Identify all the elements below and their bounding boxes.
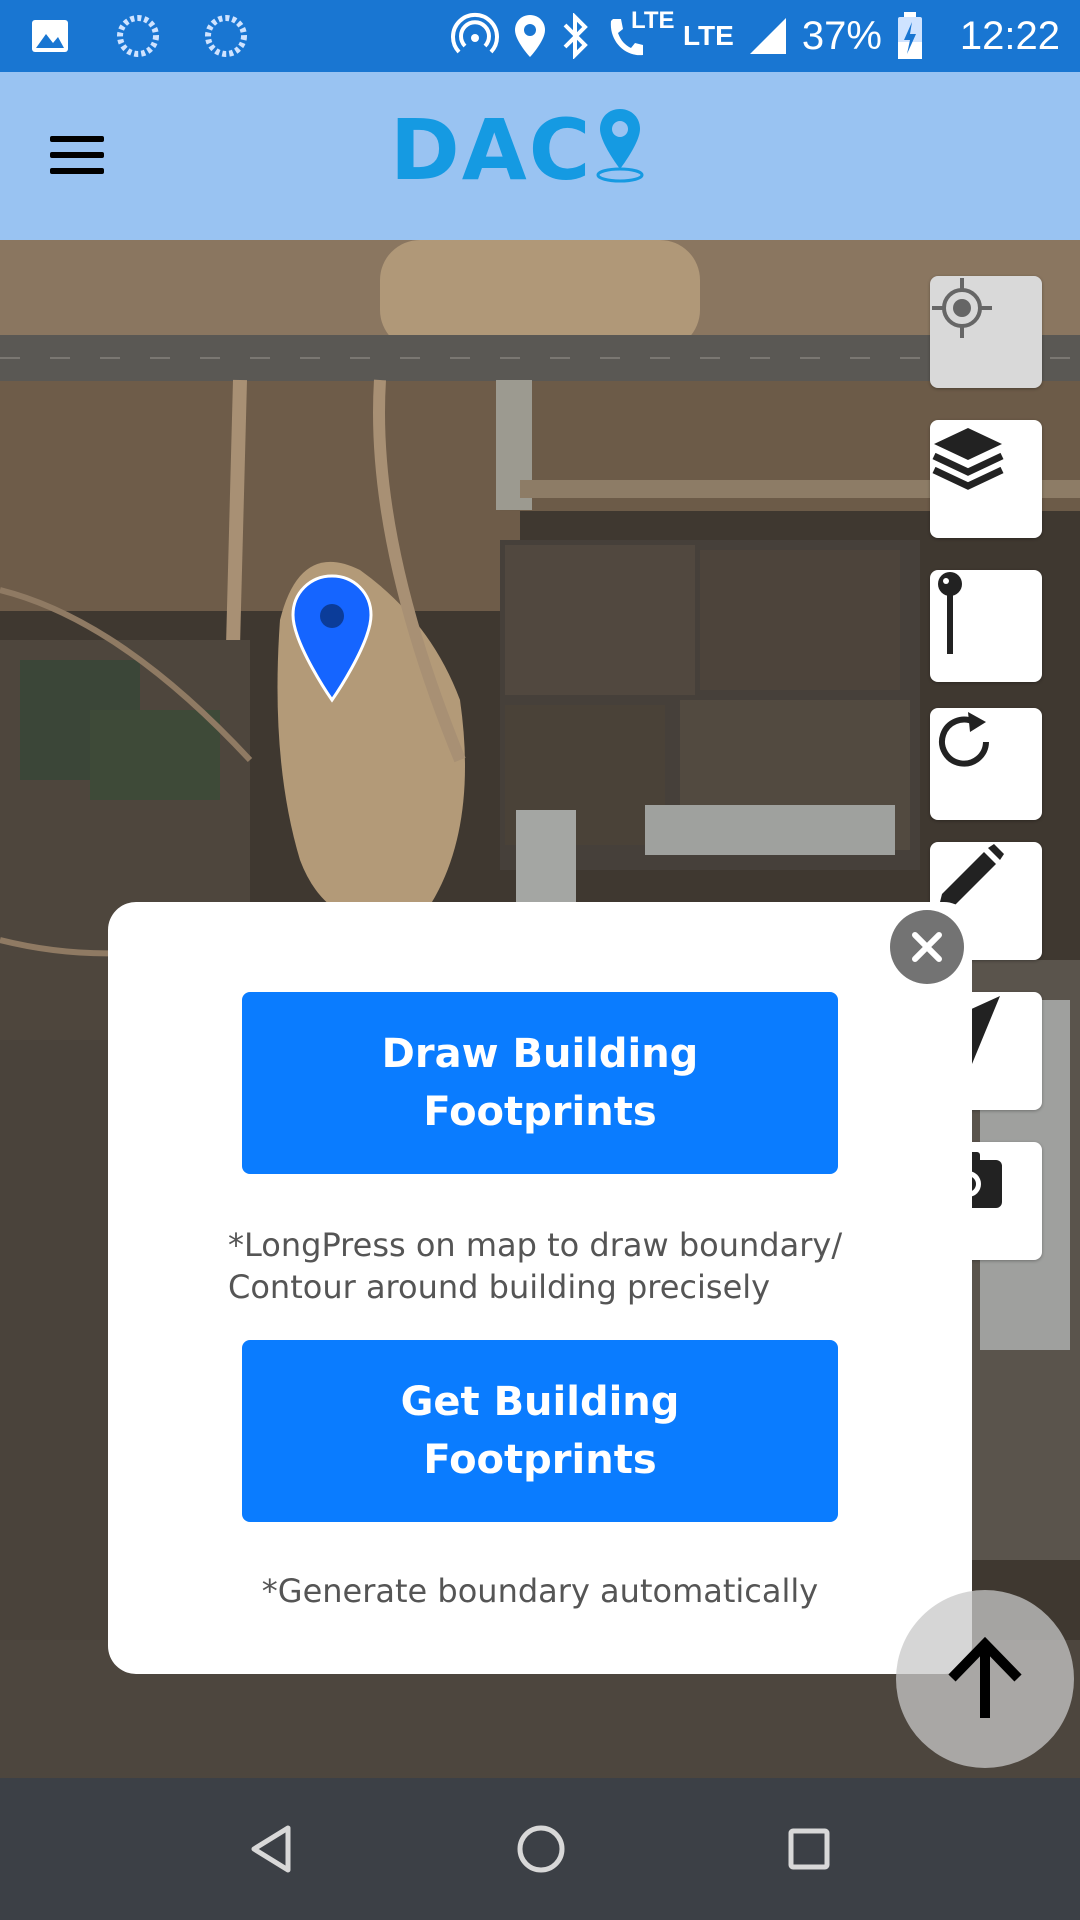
sync-notification-icon — [117, 15, 159, 57]
draw-hint-line2: Contour around building precisely — [228, 1268, 771, 1306]
signal-icon — [749, 18, 786, 54]
hotspot-icon — [451, 12, 499, 54]
battery-percent: 37% — [801, 13, 882, 58]
location-icon — [515, 15, 546, 57]
app-bar: DAC — [0, 72, 1080, 240]
bluetooth-icon — [563, 13, 588, 59]
my-location-icon — [932, 278, 992, 338]
system-nav-bar — [0, 1778, 1080, 1920]
get-building-footprints-button[interactable]: Get Building Footprints — [242, 1340, 838, 1522]
draw-hint-line1: *LongPress on map to draw boundary/ — [228, 1226, 843, 1264]
battery-charging-icon — [897, 12, 922, 59]
recents-icon — [788, 1828, 830, 1870]
clock: 12:22 — [959, 13, 1060, 58]
close-dialog-button[interactable] — [890, 910, 964, 984]
my-location-button[interactable] — [930, 276, 1042, 388]
home-button[interactable] — [506, 1814, 576, 1884]
get-hint: *Generate boundary automatically — [261, 1572, 819, 1610]
home-icon — [517, 1825, 565, 1873]
app-logo: DAC — [390, 108, 646, 192]
logo-pin-icon — [596, 109, 644, 183]
sync-notification-icon-2 — [205, 15, 247, 57]
building-footprints-dialog: Draw Building Footprints *LongPress on m… — [108, 902, 972, 1674]
gallery-notification-icon — [32, 20, 68, 52]
back-button[interactable] — [236, 1814, 306, 1884]
get-button-line2: Footprints — [423, 1437, 657, 1483]
back-icon — [251, 1825, 291, 1873]
draw-button-line1: Draw Building — [381, 1031, 699, 1077]
hamburger-menu-icon[interactable] — [46, 130, 106, 180]
refresh-icon — [939, 712, 989, 767]
draw-button-line2: Footprints — [423, 1089, 657, 1135]
get-button-line1: Get Building — [400, 1379, 680, 1425]
pin-icon — [938, 572, 962, 654]
scroll-up-button[interactable] — [896, 1590, 1074, 1768]
draw-building-footprints-button[interactable]: Draw Building Footprints — [242, 992, 838, 1174]
draw-hint: *LongPress on map to draw boundary/ Cont… — [228, 1224, 842, 1308]
recents-button[interactable] — [774, 1814, 844, 1884]
lte-label: LTE — [683, 20, 734, 51]
status-bar: LTE LTE 37% 12:22 — [0, 0, 1080, 72]
arrow-up-icon — [948, 1636, 1022, 1718]
close-icon — [912, 932, 942, 962]
volte-call-icon: LTE — [605, 7, 675, 61]
layers-icon — [932, 428, 1004, 490]
refresh-button[interactable] — [930, 708, 1042, 820]
layers-button[interactable] — [930, 420, 1042, 538]
pin-button[interactable] — [930, 570, 1042, 682]
